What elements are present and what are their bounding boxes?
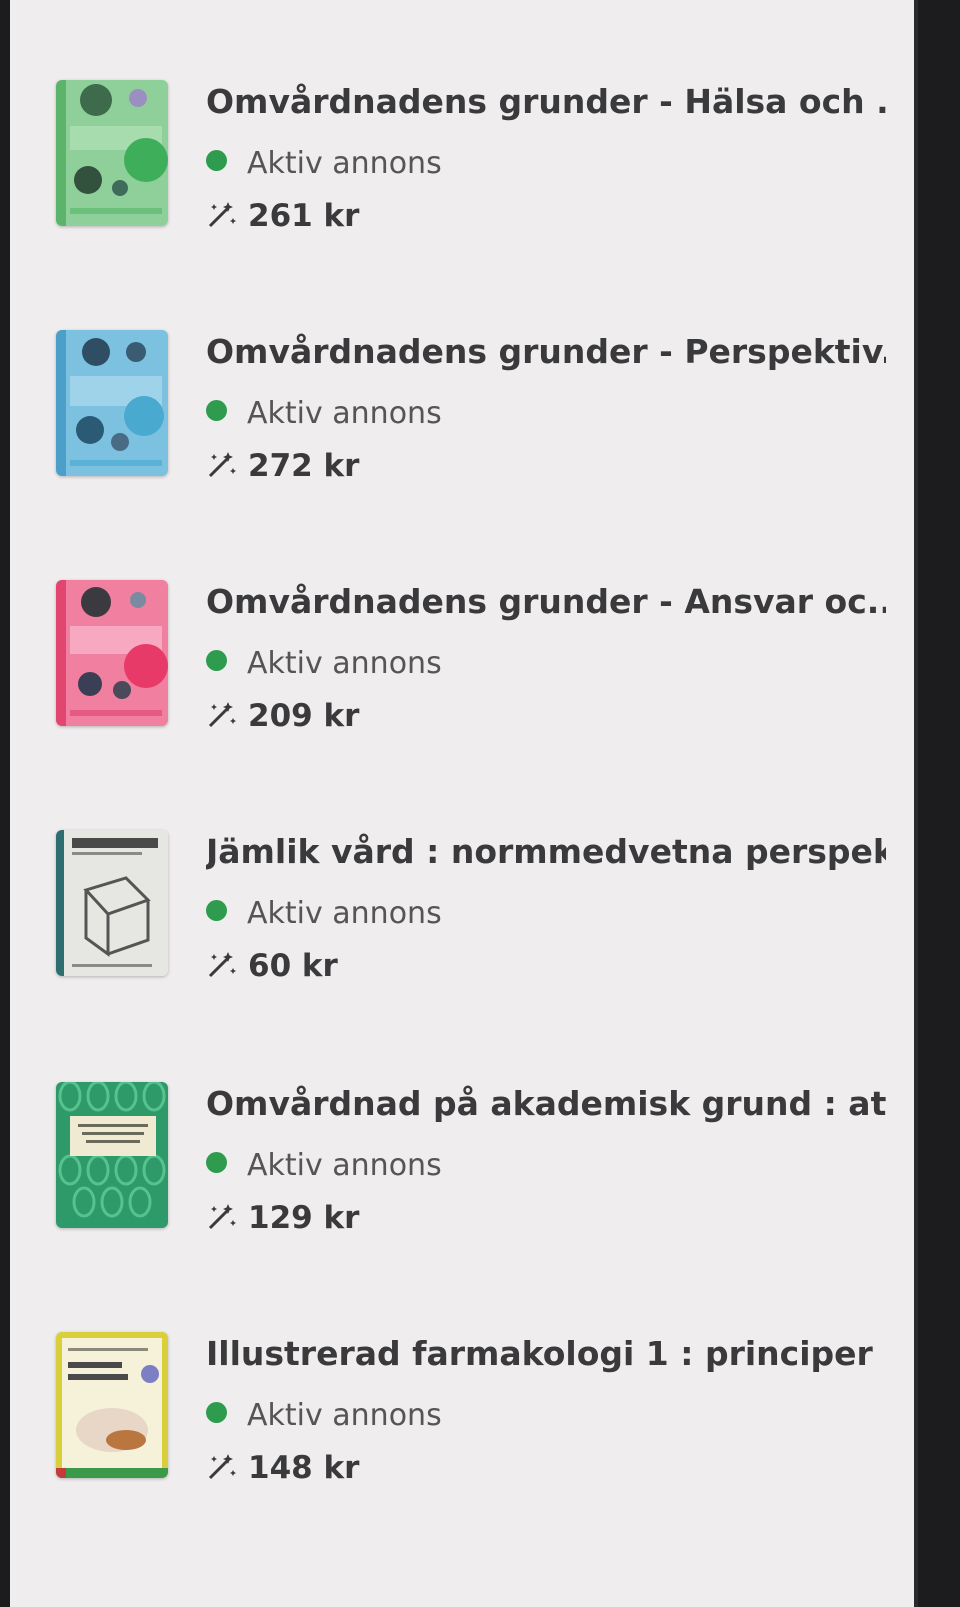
status-dot-icon — [206, 1152, 227, 1173]
book-cover-image — [56, 330, 168, 476]
listing-price: 261 kr — [206, 198, 359, 234]
listing-price: 129 kr — [206, 1200, 359, 1236]
status-dot-icon — [206, 150, 227, 171]
listing-title: Illustrerad farmakologi 1 : principer ..… — [206, 1334, 886, 1373]
listing-status: Aktiv annons — [206, 1148, 442, 1183]
listing-title: Jämlik vård : normmedvetna perspek... — [206, 832, 886, 871]
listing-status: Aktiv annons — [206, 646, 442, 681]
listing-status: Aktiv annons — [206, 146, 442, 181]
status-dot-icon — [206, 400, 227, 421]
price-value: 261 kr — [248, 198, 360, 234]
magic-wand-icon — [208, 1204, 236, 1230]
magic-wand-icon — [208, 952, 236, 978]
listing-price: 272 kr — [206, 448, 359, 484]
listing-item[interactable]: Jämlik vård : normmedvetna perspek... Ak… — [10, 830, 914, 1030]
book-cover-image — [56, 1332, 168, 1478]
magic-wand-icon — [208, 1454, 236, 1480]
status-dot-icon — [206, 900, 227, 921]
book-cover-image — [56, 1082, 168, 1228]
status-label: Aktiv annons — [247, 1148, 442, 1183]
book-cover-image — [56, 580, 168, 726]
status-label: Aktiv annons — [247, 646, 442, 681]
book-cover-image — [56, 830, 168, 976]
status-label: Aktiv annons — [247, 1398, 442, 1433]
price-value: 60 kr — [248, 948, 338, 984]
status-dot-icon — [206, 650, 227, 671]
listing-item[interactable]: Illustrerad farmakologi 1 : principer ..… — [10, 1332, 914, 1532]
listing-item[interactable]: Omvårdnadens grunder - Hälsa och ... Akt… — [10, 80, 914, 280]
status-dot-icon — [206, 1402, 227, 1423]
magic-wand-icon — [208, 702, 236, 728]
price-value: 272 kr — [248, 448, 360, 484]
price-value: 129 kr — [248, 1200, 360, 1236]
status-label: Aktiv annons — [247, 896, 442, 931]
price-value: 209 kr — [248, 698, 360, 734]
listing-price: 148 kr — [206, 1450, 359, 1486]
listing-item[interactable]: Omvårdnadens grunder - Perspektiv... Akt… — [10, 330, 914, 530]
listing-price: 209 kr — [206, 698, 359, 734]
listing-status: Aktiv annons — [206, 396, 442, 431]
listing-status: Aktiv annons — [206, 896, 442, 931]
price-value: 148 kr — [248, 1450, 360, 1486]
status-label: Aktiv annons — [247, 396, 442, 431]
status-label: Aktiv annons — [247, 146, 442, 181]
book-cover-image — [56, 80, 168, 226]
listing-status: Aktiv annons — [206, 1398, 442, 1433]
listing-screen: Omvårdnadens grunder - Hälsa och ... Akt… — [10, 0, 918, 1607]
listing-item[interactable]: Omvårdnadens grunder - Ansvar oc... Akti… — [10, 580, 914, 780]
listing-title: Omvårdnadens grunder - Perspektiv... — [206, 332, 886, 371]
listing-title: Omvårdnadens grunder - Ansvar oc... — [206, 582, 886, 621]
listing-title: Omvårdnad på akademisk grund : at... — [206, 1084, 886, 1123]
magic-wand-icon — [208, 452, 236, 478]
listing-title: Omvårdnadens grunder - Hälsa och ... — [206, 82, 886, 121]
listing-item[interactable]: Omvårdnad på akademisk grund : at... Akt… — [10, 1082, 914, 1282]
listing-price: 60 kr — [206, 948, 338, 984]
magic-wand-icon — [208, 202, 236, 228]
